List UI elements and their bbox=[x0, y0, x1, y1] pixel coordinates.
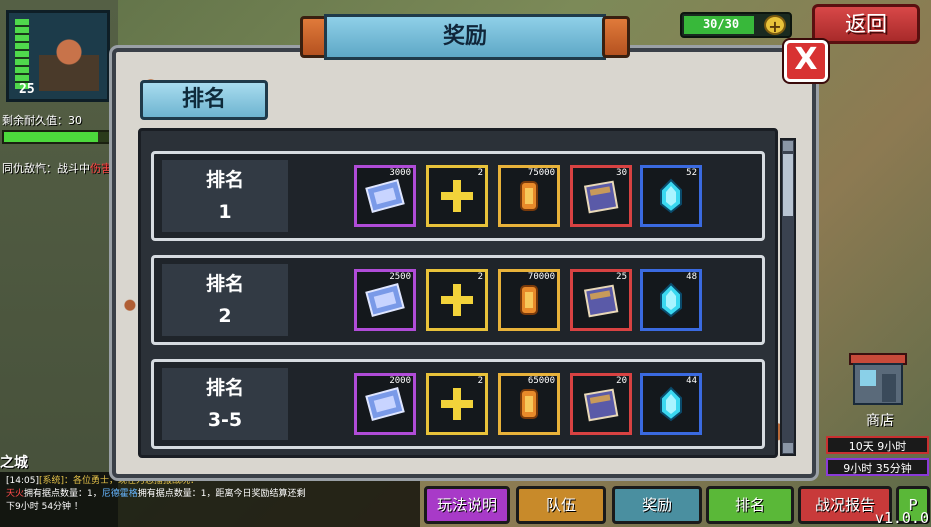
avatar-portrait bbox=[39, 31, 99, 91]
energy-meter: 30/30 + bbox=[680, 12, 792, 38]
rank-label-range: 3-5 bbox=[207, 409, 243, 431]
version-label: v1.0.0 bbox=[874, 509, 929, 527]
back-button[interactable]: 返回 bbox=[812, 4, 920, 44]
event-timer-hours: 9小时 35分钟 bbox=[826, 458, 929, 476]
reward-quantity: 30 bbox=[616, 168, 627, 178]
reward-quantity: 2 bbox=[477, 272, 483, 282]
enemy-buff-highlight: 伤害 bbox=[90, 162, 112, 175]
shop-label: 商店 bbox=[866, 413, 894, 429]
durability-label: 剩余耐久值：30 bbox=[2, 114, 82, 127]
reward-item[interactable]: 2500 bbox=[354, 269, 416, 331]
chat-faction-blue: 尼德霍格 bbox=[101, 489, 138, 499]
reward-quantity: 2500 bbox=[389, 272, 411, 282]
chat-box[interactable]: [14:05][系统]：各位勇士，现在为您播报战况： 天火拥有据点数量：1，尼德… bbox=[0, 472, 420, 527]
reward-item[interactable]: 30 bbox=[570, 165, 632, 227]
enemy-buff-label: 同仇敌忾：战斗中伤害 bbox=[2, 160, 112, 176]
scroll-up-arrow[interactable] bbox=[783, 141, 793, 151]
reward-item[interactable]: 2000 bbox=[354, 373, 416, 435]
reward-item[interactable]: 2 bbox=[426, 165, 488, 227]
title-cap-right bbox=[602, 16, 630, 58]
reward-item[interactable]: 48 bbox=[640, 269, 702, 331]
durability-bar bbox=[2, 130, 116, 144]
modal-title: 奖励 bbox=[324, 14, 606, 60]
reward-quantity: 65000 bbox=[527, 376, 555, 386]
reward-quantity: 3000 bbox=[389, 168, 411, 178]
rank-label: 排名 1 bbox=[162, 160, 288, 232]
reward-quantity: 75000 bbox=[527, 168, 555, 178]
reward-quantity: 52 bbox=[686, 168, 697, 178]
reward-quantity: 44 bbox=[686, 376, 697, 386]
rank-label-range: 1 bbox=[218, 201, 232, 223]
modal-title-bar: 奖励 bbox=[300, 14, 630, 60]
list-scrollbar[interactable] bbox=[780, 138, 796, 456]
chat-text: 拥有据点数量：1， bbox=[24, 489, 102, 499]
rank-label-range: 2 bbox=[218, 305, 232, 327]
reward-quantity: 2 bbox=[477, 376, 483, 386]
scroll-thumb[interactable] bbox=[783, 154, 793, 216]
reward-item[interactable]: 75000 bbox=[498, 165, 560, 227]
avatar-hp-bar bbox=[15, 19, 29, 89]
help-button[interactable]: 玩法说明 bbox=[424, 486, 510, 524]
player-level: 25 bbox=[19, 82, 35, 97]
event-timer-days: 10天 9小时 bbox=[826, 436, 929, 454]
reward-item[interactable]: 20 bbox=[570, 373, 632, 435]
add-energy-button[interactable]: + bbox=[764, 15, 786, 36]
shop-icon[interactable] bbox=[848, 350, 908, 406]
reward-quantity: 2 bbox=[477, 168, 483, 178]
reward-quantity: 70000 bbox=[527, 272, 555, 282]
reward-quantity: 25 bbox=[616, 272, 627, 282]
reward-item[interactable]: 44 bbox=[640, 373, 702, 435]
rank-row: 排名 1 3000 2 75000 30 52 bbox=[151, 151, 765, 241]
reward-button[interactable]: 奖励 bbox=[612, 486, 702, 524]
reward-item[interactable]: 70000 bbox=[498, 269, 560, 331]
chat-line: 天火拥有据点数量：1，尼德霍格拥有据点数量：1，距离今日奖励结算还剩 bbox=[6, 488, 414, 501]
reward-item[interactable]: 3000 bbox=[354, 165, 416, 227]
rank-row: 排名 2 2500 2 70000 25 48 bbox=[151, 255, 765, 345]
rank-label: 排名 2 bbox=[162, 264, 288, 336]
chat-line: 下9小时 54分钟 ！ bbox=[6, 502, 83, 512]
rank-label-title: 排名 bbox=[205, 169, 244, 191]
energy-text: 30/30 bbox=[702, 17, 740, 31]
reward-quantity: 20 bbox=[616, 376, 627, 386]
rank-reward-list[interactable]: 排名 1 3000 2 75000 30 52 排名 2 2500 2 70000 25 48 排名 3-5 2… bbox=[138, 128, 778, 458]
reward-item[interactable]: 25 bbox=[570, 269, 632, 331]
rank-label-title: 排名 bbox=[205, 273, 244, 295]
reward-modal: 排名 排名 1 3000 2 75000 30 52 排名 2 2500 2 70000 25 48 排名 3… bbox=[112, 48, 816, 478]
reward-item[interactable]: 52 bbox=[640, 165, 702, 227]
scroll-down-arrow[interactable] bbox=[783, 443, 793, 453]
rank-button[interactable]: 排名 bbox=[706, 486, 794, 524]
tab-rank[interactable]: 排名 bbox=[140, 80, 268, 120]
city-label: 之城 bbox=[0, 455, 28, 471]
rank-row: 排名 3-5 2000 2 65000 20 44 bbox=[151, 359, 765, 449]
chat-faction-red: 天火 bbox=[6, 489, 25, 499]
close-button[interactable]: X bbox=[784, 40, 828, 82]
chat-system-tag: [系统] bbox=[38, 476, 64, 486]
rank-label: 排名 3-5 bbox=[162, 368, 288, 440]
reward-quantity: 48 bbox=[686, 272, 697, 282]
reward-quantity: 2000 bbox=[389, 376, 411, 386]
reward-item[interactable]: 2 bbox=[426, 269, 488, 331]
reward-item[interactable]: 65000 bbox=[498, 373, 560, 435]
player-avatar[interactable]: 25 bbox=[6, 10, 110, 102]
reward-item[interactable]: 2 bbox=[426, 373, 488, 435]
chat-text: 拥有据点数量：1，距离今日奖励结算还剩 bbox=[137, 489, 306, 499]
rank-label-title: 排名 bbox=[205, 377, 244, 399]
chat-time: [14:05] bbox=[6, 476, 39, 486]
durability-fill bbox=[4, 132, 98, 142]
team-button[interactable]: 队伍 bbox=[516, 486, 606, 524]
enemy-buff-text: 同仇敌忾：战斗中 bbox=[2, 162, 90, 175]
